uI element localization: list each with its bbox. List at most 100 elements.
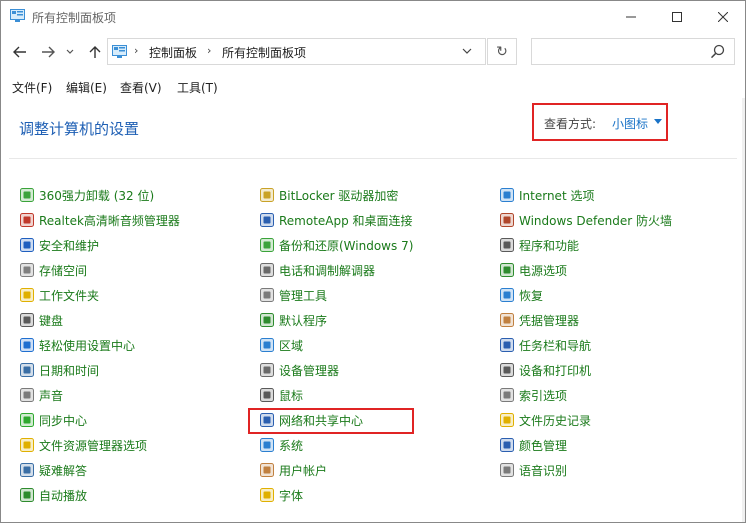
control-panel-item[interactable]: 日期和时间: [19, 360, 99, 380]
control-panel-item-label[interactable]: 电话和调制解调器: [279, 262, 375, 279]
control-panel-item-label[interactable]: 管理工具: [279, 287, 327, 304]
address-dropdown-icon[interactable]: [460, 44, 474, 58]
control-panel-item-label[interactable]: 键盘: [39, 312, 63, 329]
control-panel-item[interactable]: 安全和维护: [19, 235, 99, 255]
breadcrumb-separator[interactable]: ›: [207, 44, 211, 57]
control-panel-item-label[interactable]: Windows Defender 防火墙: [519, 212, 672, 229]
control-panel-item[interactable]: 恢复: [499, 285, 543, 305]
control-panel-item-label[interactable]: 凭据管理器: [519, 312, 579, 329]
address-bar[interactable]: › 控制面板 › 所有控制面板项: [107, 38, 486, 65]
control-panel-item-label[interactable]: 声音: [39, 387, 63, 404]
control-panel-item[interactable]: 凭据管理器: [499, 310, 579, 330]
maximize-button[interactable]: [654, 1, 700, 32]
control-panel-item[interactable]: 区域: [259, 335, 303, 355]
control-panel-item[interactable]: 设备管理器: [259, 360, 339, 380]
control-panel-item[interactable]: 索引选项: [499, 385, 567, 405]
breadcrumb-control-panel[interactable]: 控制面板: [149, 44, 197, 61]
control-panel-item[interactable]: 电话和调制解调器: [259, 260, 375, 280]
control-panel-item[interactable]: 同步中心: [19, 410, 87, 430]
control-panel-item[interactable]: 管理工具: [259, 285, 327, 305]
control-panel-item[interactable]: 备份和还原(Windows 7): [259, 235, 413, 255]
control-panel-item-label[interactable]: 自动播放: [39, 487, 87, 504]
control-panel-item-label[interactable]: 语音识别: [519, 462, 567, 479]
control-panel-item[interactable]: 轻松使用设置中心: [19, 335, 135, 355]
title-bar[interactable]: 所有控制面板项: [1, 1, 745, 32]
view-by-selector[interactable]: 查看方式: 小图标: [532, 103, 668, 141]
control-panel-item[interactable]: Windows Defender 防火墙: [499, 210, 672, 230]
control-panel-item[interactable]: 系统: [259, 435, 303, 455]
control-panel-item-label[interactable]: 用户帐户: [279, 462, 327, 479]
refresh-button[interactable]: ↻: [487, 38, 517, 65]
back-button[interactable]: [10, 43, 30, 61]
control-panel-item[interactable]: 设备和打印机: [499, 360, 591, 380]
control-panel-item[interactable]: RemoteApp 和桌面连接: [259, 210, 413, 230]
control-panel-item-label[interactable]: 字体: [279, 487, 303, 504]
control-panel-item[interactable]: 文件历史记录: [499, 410, 591, 430]
control-panel-item-label[interactable]: 恢复: [519, 287, 543, 304]
control-panel-item-label[interactable]: 任务栏和导航: [519, 337, 591, 354]
menu-file[interactable]: 文件(F): [12, 79, 52, 96]
control-panel-item-label[interactable]: 安全和维护: [39, 237, 99, 254]
control-panel-item-label[interactable]: 同步中心: [39, 412, 87, 429]
control-panel-item[interactable]: 电源选项: [499, 260, 567, 280]
control-panel-item[interactable]: Internet 选项: [499, 185, 594, 205]
control-panel-item-label[interactable]: 区域: [279, 337, 303, 354]
control-panel-item[interactable]: 字体: [259, 485, 303, 505]
control-panel-item[interactable]: 文件资源管理器选项: [19, 435, 147, 455]
dropdown-arrow-icon[interactable]: [654, 119, 662, 124]
control-panel-item-label[interactable]: 存储空间: [39, 262, 87, 279]
control-panel-item-label[interactable]: Realtek高清晰音频管理器: [39, 212, 180, 229]
control-panel-item-label[interactable]: 轻松使用设置中心: [39, 337, 135, 354]
control-panel-item[interactable]: 鼠标: [259, 385, 303, 405]
control-panel-item-label[interactable]: 日期和时间: [39, 362, 99, 379]
view-by-dropdown[interactable]: 小图标: [612, 115, 648, 132]
control-panel-item-label[interactable]: 默认程序: [279, 312, 327, 329]
control-panel-item[interactable]: 存储空间: [19, 260, 87, 280]
control-panel-item[interactable]: 颜色管理: [499, 435, 567, 455]
control-panel-item[interactable]: 工作文件夹: [19, 285, 99, 305]
minimize-button[interactable]: [608, 1, 654, 32]
recovery-icon: [499, 287, 515, 303]
control-panel-item[interactable]: 360强力卸载 (32 位): [19, 185, 154, 205]
control-panel-item[interactable]: 程序和功能: [499, 235, 579, 255]
forward-button[interactable]: [38, 43, 58, 61]
breadcrumb-separator[interactable]: ›: [134, 44, 138, 57]
control-panel-item[interactable]: 键盘: [19, 310, 63, 330]
firewall-icon: [499, 212, 515, 228]
scrollbar-track[interactable]: [742, 98, 745, 522]
control-panel-item-label[interactable]: 颜色管理: [519, 437, 567, 454]
control-panel-item-label[interactable]: 文件历史记录: [519, 412, 591, 429]
control-panel-item[interactable]: 疑难解答: [19, 460, 87, 480]
control-panel-item-label[interactable]: 疑难解答: [39, 462, 87, 479]
menu-edit[interactable]: 编辑(E): [66, 79, 107, 96]
control-panel-item[interactable]: 自动播放: [19, 485, 87, 505]
control-panel-item-label[interactable]: 设备和打印机: [519, 362, 591, 379]
control-panel-item-label[interactable]: 程序和功能: [519, 237, 579, 254]
control-panel-item[interactable]: 声音: [19, 385, 63, 405]
control-panel-item[interactable]: Realtek高清晰音频管理器: [19, 210, 180, 230]
control-panel-item[interactable]: BitLocker 驱动器加密: [259, 185, 398, 205]
control-panel-item[interactable]: 任务栏和导航: [499, 335, 591, 355]
up-button[interactable]: [85, 43, 105, 61]
control-panel-item[interactable]: 语音识别: [499, 460, 567, 480]
control-panel-item-label[interactable]: 360强力卸载 (32 位): [39, 187, 154, 204]
control-panel-item-label[interactable]: 鼠标: [279, 387, 303, 404]
control-panel-item-label[interactable]: 文件资源管理器选项: [39, 437, 147, 454]
menu-view[interactable]: 查看(V): [120, 79, 162, 96]
menu-tools[interactable]: 工具(T): [177, 79, 218, 96]
control-panel-item-label[interactable]: 系统: [279, 437, 303, 454]
control-panel-item-label[interactable]: 电源选项: [519, 262, 567, 279]
control-panel-item-label[interactable]: 设备管理器: [279, 362, 339, 379]
breadcrumb-all-items[interactable]: 所有控制面板项: [222, 44, 306, 61]
control-panel-item-label[interactable]: 工作文件夹: [39, 287, 99, 304]
close-button[interactable]: [700, 1, 745, 32]
control-panel-item-label[interactable]: 备份和还原(Windows 7): [279, 237, 413, 254]
control-panel-item[interactable]: 默认程序: [259, 310, 327, 330]
control-panel-item-label[interactable]: 索引选项: [519, 387, 567, 404]
control-panel-item[interactable]: 用户帐户: [259, 460, 327, 480]
control-panel-item-label[interactable]: BitLocker 驱动器加密: [279, 187, 398, 204]
recent-locations-button[interactable]: [60, 43, 80, 61]
control-panel-item-label[interactable]: Internet 选项: [519, 187, 594, 204]
search-input[interactable]: [531, 38, 735, 65]
control-panel-item-label[interactable]: RemoteApp 和桌面连接: [279, 212, 413, 229]
